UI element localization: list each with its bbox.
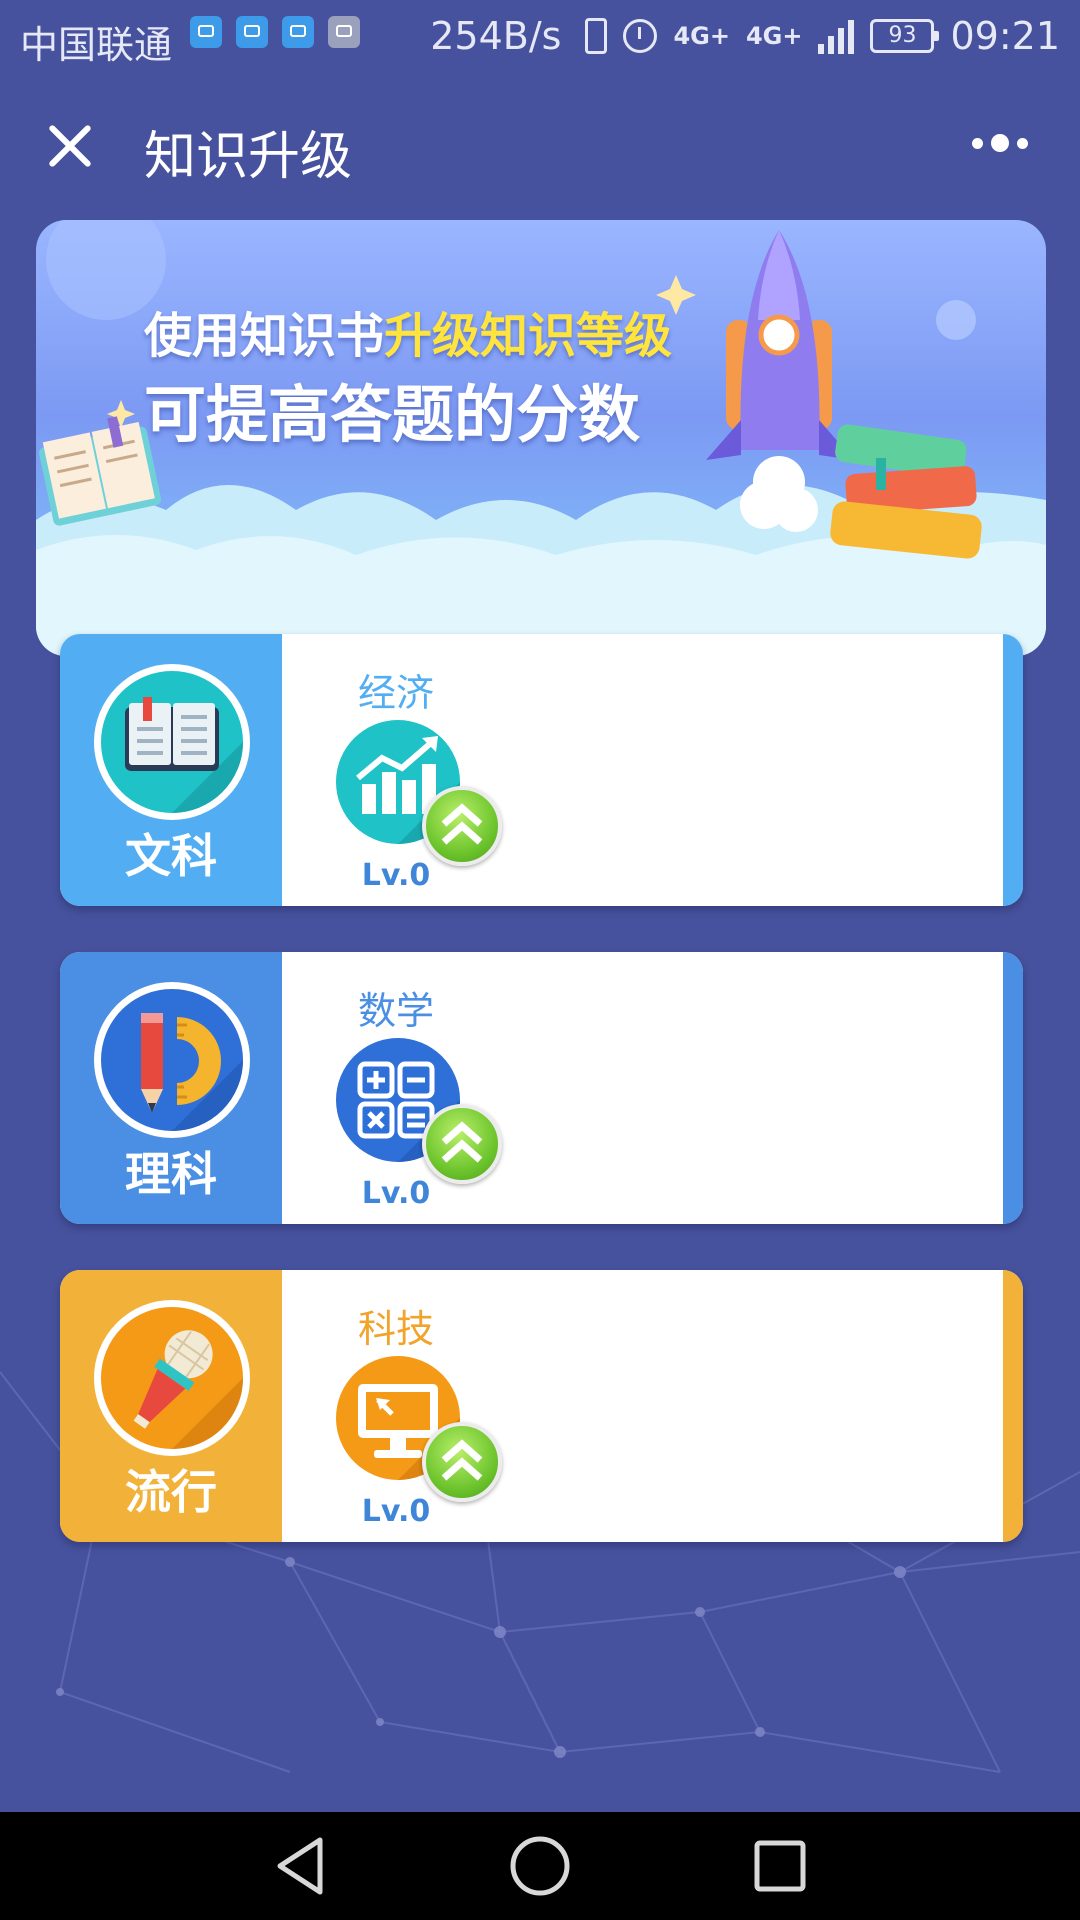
home-icon[interactable] <box>500 1826 580 1906</box>
notification-icons <box>190 16 360 48</box>
category-card-pop: 流行 科技 Lv.0 <box>60 1270 1023 1542</box>
health-app-icon <box>236 16 268 48</box>
double-chevron-up-icon <box>441 1439 483 1481</box>
system-navigation-bar <box>0 1812 1080 1920</box>
app-header: 知识升级 <box>0 90 1080 200</box>
network-type-2: 4G+ <box>745 22 803 50</box>
upgrade-button[interactable] <box>422 786 502 866</box>
category-label: 文科 <box>125 829 217 883</box>
card-accent-strip <box>1003 634 1023 906</box>
category-label: 流行 <box>125 1465 217 1519</box>
banner-subheadline: 可提高答题的分数 <box>144 378 641 451</box>
subject-name: 数学 <box>357 989 434 1033</box>
category-label: 理科 <box>125 1147 217 1201</box>
category-tab-liberal-arts[interactable]: 文科 <box>60 634 282 906</box>
rocket-illustration <box>706 230 854 532</box>
card-accent-strip <box>1003 1270 1023 1542</box>
recent-apps-icon[interactable] <box>740 1826 820 1906</box>
more-options-icon[interactable] <box>972 128 1042 158</box>
gallery-app-icon <box>328 16 360 48</box>
category-card-liberal-arts: 文科 经济 Lv.0 <box>60 634 1023 906</box>
double-chevron-up-icon <box>441 803 483 845</box>
vibrate-icon <box>585 18 608 54</box>
battery-icon: 93 <box>870 19 940 53</box>
subject-item-technology[interactable]: 科技 Lv.0 <box>336 1298 502 1529</box>
book-stack-illustration <box>830 424 982 559</box>
subject-item-economics[interactable]: 经济 Lv.0 <box>336 662 502 893</box>
banner-headline-highlight: 升级知识等级 <box>384 308 673 364</box>
book-icon <box>94 664 250 820</box>
subject-level: Lv.0 <box>361 1494 431 1529</box>
subject-name: 经济 <box>357 671 434 715</box>
banner-headline: 使用知识书升级知识等级 <box>144 296 672 366</box>
network-speed: 254B/s <box>430 14 562 58</box>
category-tab-science[interactable]: 理科 <box>60 952 282 1224</box>
tv-app-icon <box>190 16 222 48</box>
category-card-science: 理科 数学 Lv.0 <box>60 952 1023 1224</box>
card-accent-strip <box>1003 952 1023 1224</box>
close-icon[interactable] <box>40 116 100 176</box>
upgrade-button[interactable] <box>422 1422 502 1502</box>
microphone-icon <box>94 1300 250 1456</box>
back-icon[interactable] <box>262 1826 342 1906</box>
subject-level: Lv.0 <box>361 858 431 893</box>
double-chevron-up-icon <box>441 1121 483 1163</box>
signal-icon <box>818 18 855 54</box>
promo-banner: 使用知识书升级知识等级 可提高答题的分数 <box>36 220 1046 656</box>
upgrade-button[interactable] <box>422 1104 502 1184</box>
network-type-1: 4G+ <box>673 22 730 50</box>
subject-name: 科技 <box>357 1307 434 1351</box>
message-app-icon <box>282 16 314 48</box>
banner-headline-prefix: 使用知识书 <box>144 308 385 364</box>
carrier-name: 中国联通 <box>20 23 173 67</box>
status-bar: 中国联通 254B/s 4G+ 4G+ 93 09:21 <box>0 0 1080 72</box>
pencil-ruler-icon <box>94 982 250 1138</box>
clock: 09:21 <box>950 14 1060 58</box>
subject-level: Lv.0 <box>361 1176 431 1211</box>
subject-item-math[interactable]: 数学 Lv.0 <box>336 980 502 1211</box>
category-tab-pop[interactable]: 流行 <box>60 1270 282 1542</box>
alarm-icon <box>623 19 658 53</box>
page-title: 知识升级 <box>144 127 353 187</box>
